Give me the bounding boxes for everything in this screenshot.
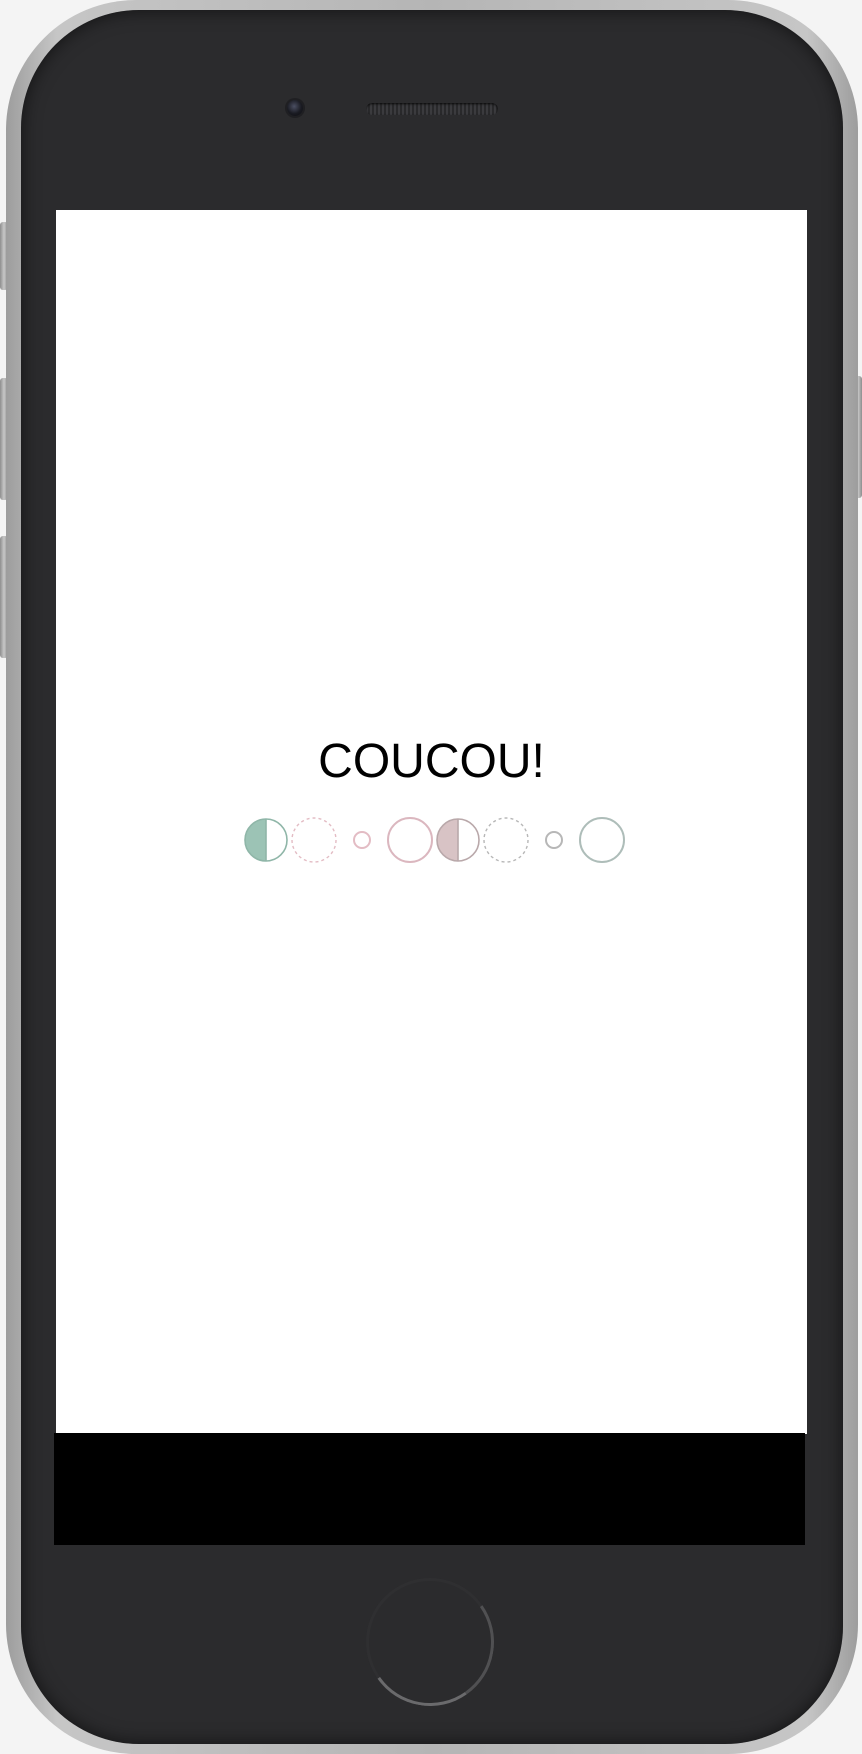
dashed-circle-grey-icon [483,817,529,863]
bottom-black-bar [54,1433,805,1545]
phone-screen: COUCOU! [56,210,807,1434]
half-filled-circle-mauve-icon [436,818,480,862]
page-title: COUCOU! [318,735,545,788]
circle-pink-icon [387,817,433,863]
half-filled-circle-green-icon [244,818,288,862]
dashed-circle-pink-icon [291,817,337,863]
home-button[interactable] [355,1567,505,1717]
front-camera-icon [287,100,303,116]
circle-grey-green-icon [579,817,625,863]
small-circle-grey-icon [545,831,563,849]
loading-dots-svg [244,817,625,863]
loading-indicator [242,816,642,864]
small-circle-pink-icon [353,831,371,849]
earpiece-speaker [366,103,498,115]
device-mockup: COUCOU! [0,0,862,1754]
